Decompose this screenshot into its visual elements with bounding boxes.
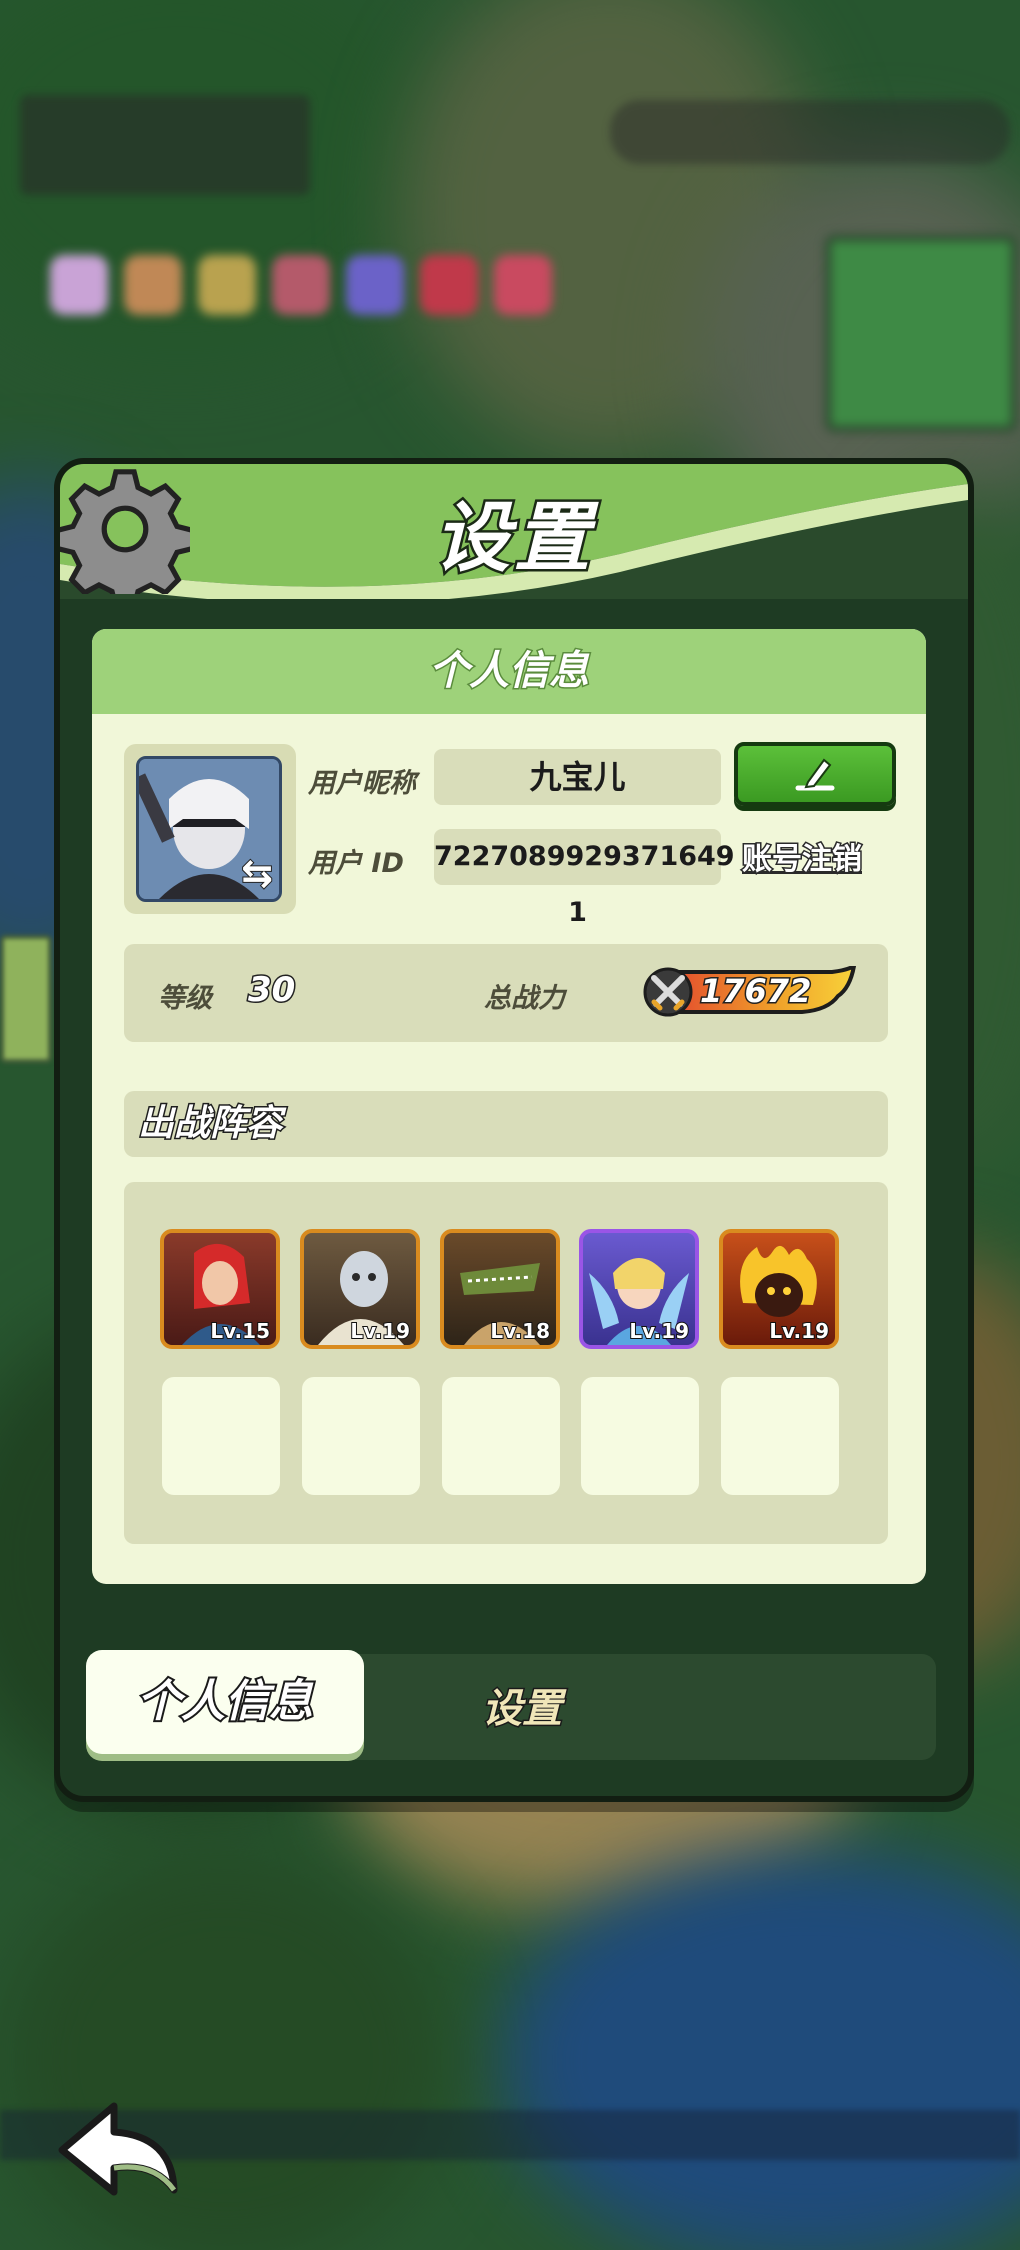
hero-level: Lv.18 (489, 1318, 551, 1344)
edit-nickname-button[interactable] (734, 742, 896, 806)
avatar[interactable]: ⇆ (136, 756, 282, 902)
user-id-field: 7227089929371649​1 (434, 829, 735, 928)
power-value: 17672 (698, 971, 812, 1012)
tab-settings[interactable]: 设置 (481, 1676, 564, 1734)
section-title: 个人信息 (92, 629, 926, 714)
level-value: 30 (246, 969, 296, 1012)
power-badge: 17672 (642, 966, 857, 1018)
hero-level: Lv.19 (628, 1318, 690, 1344)
hero-slot-3[interactable]: Lv.18 (440, 1229, 560, 1349)
settings-dialog: 设置 个人信息 ⇆ 用户昵称 九宝儿 用户 ID 722708992937164… (54, 458, 974, 1802)
swap-icon: ⇆ (240, 850, 274, 896)
profile-card: 个人信息 ⇆ 用户昵称 九宝儿 用户 ID (92, 629, 926, 1584)
lineup-box: Lv.15 Lv.19 Lv.18 Lv.19 Lv.19 (124, 1182, 888, 1544)
avatar-frame[interactable]: ⇆ (124, 744, 296, 914)
tab-profile[interactable]: 个人信息 (86, 1650, 364, 1754)
hero-slot-1[interactable]: Lv.15 (160, 1229, 280, 1349)
pencil-icon (795, 758, 835, 791)
nickname-label: 用户昵称 (308, 768, 416, 799)
level-label: 等级 (158, 983, 212, 1014)
empty-slot[interactable] (581, 1377, 699, 1495)
lineup-title: 出战阵容 (124, 1091, 888, 1157)
tab-bar: 个人信息 设置 (86, 1650, 936, 1760)
hero-level: Lv.19 (768, 1318, 830, 1344)
stats-row: 等级 30 总战力 17672 (124, 944, 888, 1042)
hero-level: Lv.15 (209, 1318, 271, 1344)
dialog-title: 设置 (432, 491, 594, 585)
crossed-swords-icon (651, 975, 685, 1011)
empty-slot[interactable] (442, 1377, 560, 1495)
empty-slot[interactable] (162, 1377, 280, 1495)
hero-slot-4[interactable]: Lv.19 (579, 1229, 699, 1349)
hero-level: Lv.19 (349, 1318, 411, 1344)
dialog-header: 设置 (60, 464, 968, 599)
nickname-field: 九宝儿 (434, 749, 721, 805)
account-deletion-link[interactable]: 账号注销 (741, 834, 864, 879)
user-id-label: 用户 ID (308, 848, 404, 879)
empty-slot[interactable] (302, 1377, 420, 1495)
empty-slot[interactable] (721, 1377, 839, 1495)
hero-slot-2[interactable]: Lv.19 (300, 1229, 420, 1349)
back-arrow-icon[interactable] (54, 2092, 184, 2202)
power-label: 总战力 (484, 983, 565, 1014)
hero-slot-5[interactable]: Lv.19 (719, 1229, 839, 1349)
